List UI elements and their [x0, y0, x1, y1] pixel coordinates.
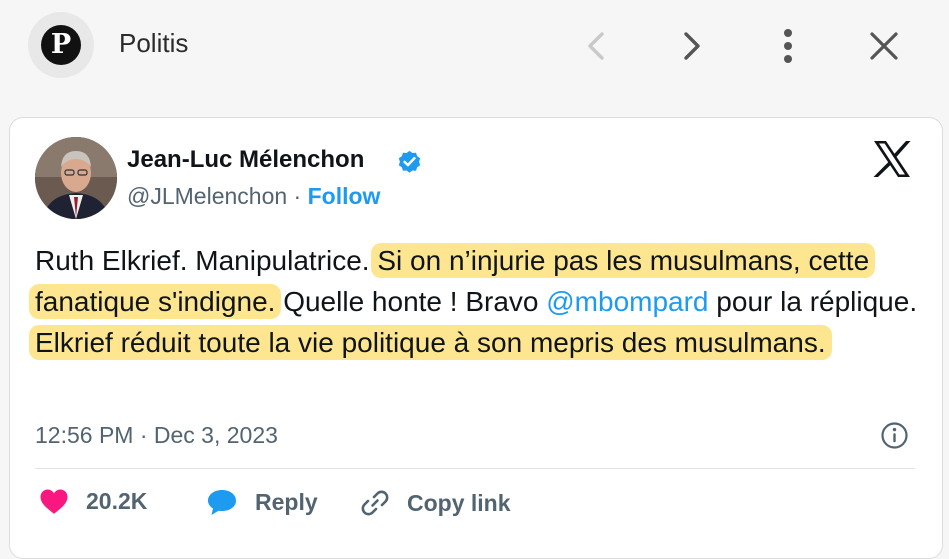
like-count: 20.2K [86, 488, 148, 514]
x-logo-icon[interactable] [872, 140, 912, 178]
like-button[interactable]: 20.2K [39, 488, 147, 515]
copy-link-button[interactable]: Copy link [360, 488, 511, 518]
divider [35, 468, 915, 469]
tweet-card: Jean-Luc Mélenchon @JLMelenchon · Follow… [9, 117, 943, 559]
tweet-text-part: Quelle honte ! Bravo [275, 286, 547, 317]
chevron-left-icon[interactable] [576, 26, 616, 66]
tweet-timestamp[interactable]: 12:56 PM · Dec 3, 2023 [35, 422, 278, 449]
info-icon[interactable] [880, 421, 909, 450]
reply-button[interactable]: Reply [206, 488, 318, 516]
copy-link-label: Copy link [407, 489, 511, 516]
author-handle-line: @JLMelenchon · Follow [127, 183, 380, 210]
tweet-text-part: Ruth Elkrief. Manipulatrice. [35, 245, 378, 276]
author-name[interactable]: Jean-Luc Mélenchon [127, 146, 364, 174]
highlighted-text: Elkrief réduit toute la vie politique à … [29, 325, 832, 360]
tweet-text-part: pour la réplique. [708, 286, 918, 317]
site-logo-letter: P [41, 25, 81, 65]
verified-badge-icon [396, 148, 423, 175]
site-name: Politis [119, 28, 189, 58]
avatar[interactable] [35, 137, 117, 219]
author-handle[interactable]: @JLMelenchon [127, 183, 287, 209]
more-vertical-icon[interactable] [768, 26, 808, 66]
tweet-text: Ruth Elkrief. Manipulatrice. Si on n’inj… [29, 240, 935, 363]
reader-top-bar: P Politis [0, 0, 949, 100]
follow-link[interactable]: Follow [308, 183, 381, 209]
chevron-right-icon[interactable] [672, 26, 712, 66]
handle-separator: · [287, 183, 308, 209]
site-logo: P [28, 12, 94, 78]
close-icon[interactable] [864, 26, 904, 66]
reply-label: Reply [255, 488, 318, 515]
link-icon [361, 490, 389, 516]
reply-bubble-icon [208, 490, 236, 515]
heart-icon [40, 489, 68, 514]
mention-link[interactable]: @mbompard [546, 286, 708, 317]
